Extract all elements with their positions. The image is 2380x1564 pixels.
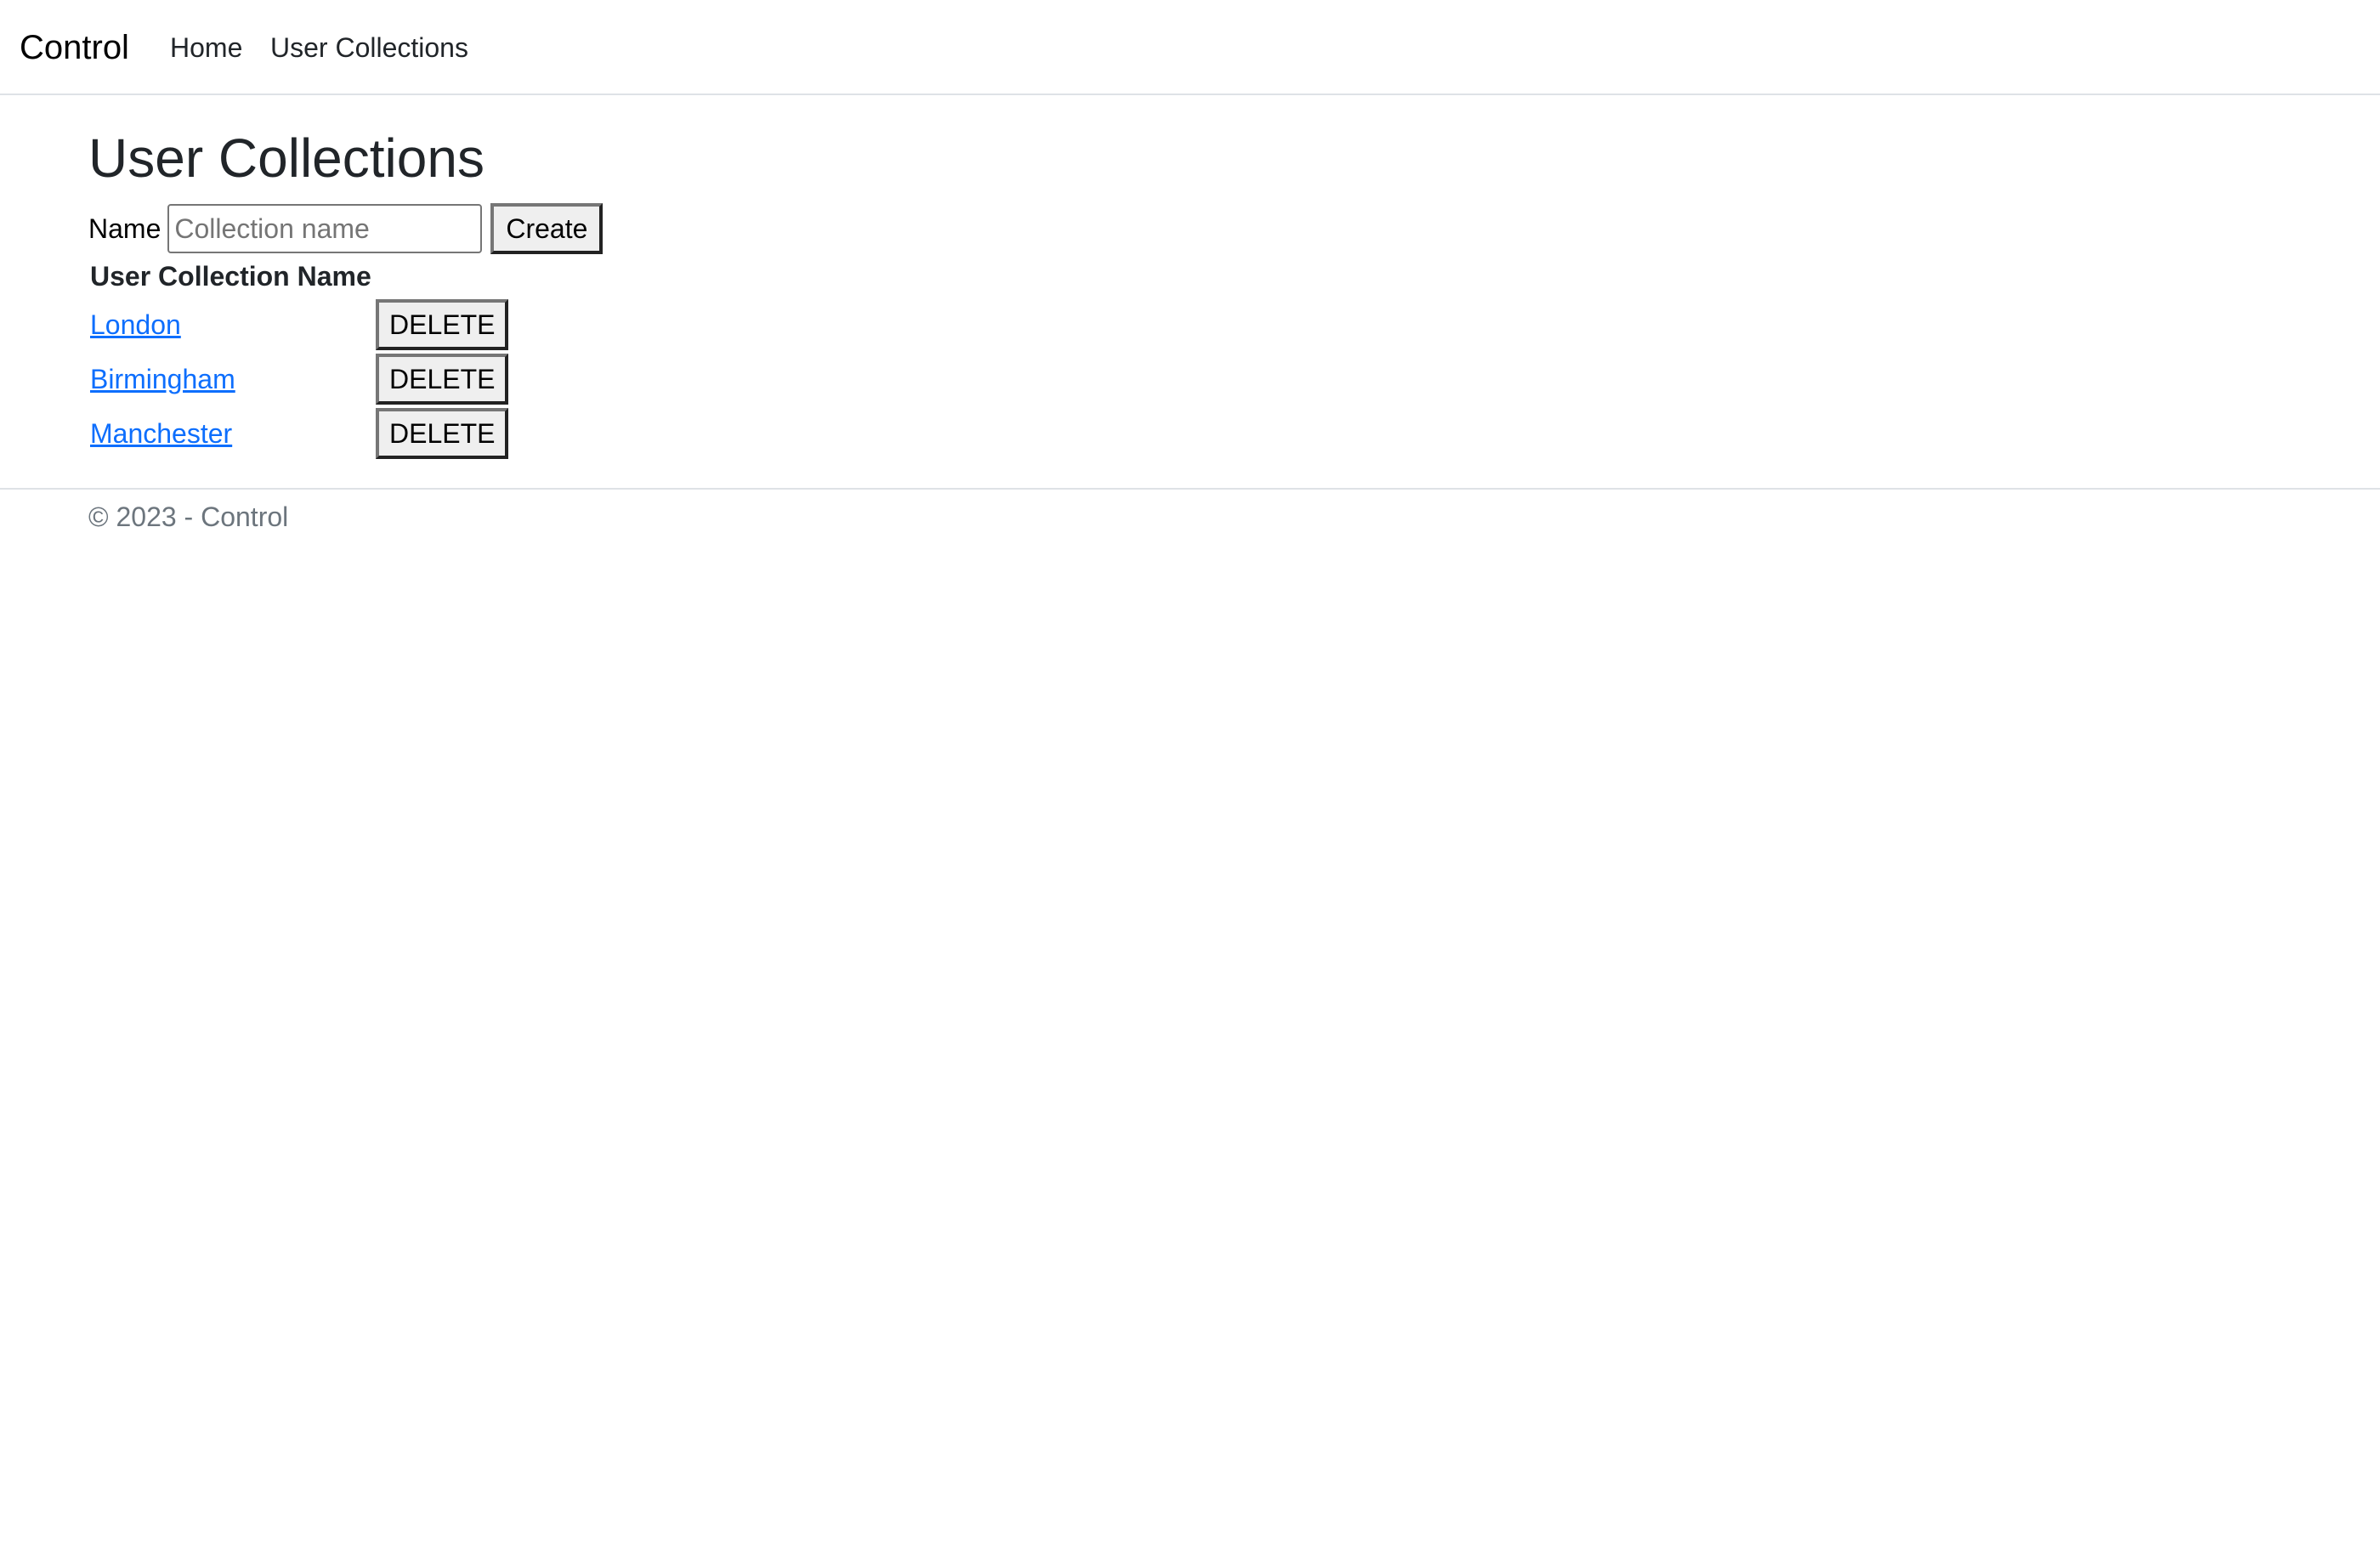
table-row: London DELETE: [88, 298, 510, 352]
action-cell: DELETE: [374, 298, 510, 352]
action-cell: DELETE: [374, 406, 510, 461]
footer: © 2023 - Control: [0, 488, 2380, 532]
name-cell: London: [88, 298, 374, 352]
collection-link-birmingham[interactable]: Birmingham: [90, 364, 235, 394]
collection-link-manchester[interactable]: Manchester: [90, 418, 232, 449]
table-row: Birmingham DELETE: [88, 352, 510, 406]
nav-link-home[interactable]: Home: [170, 29, 242, 66]
name-cell: Birmingham: [88, 352, 374, 406]
action-cell: DELETE: [374, 352, 510, 406]
delete-button-london[interactable]: DELETE: [376, 299, 509, 350]
column-header-actions: [374, 255, 510, 298]
navbar: Control Home User Collections: [0, 0, 2380, 95]
brand-link[interactable]: Control: [20, 26, 129, 70]
page-title: User Collections: [88, 128, 484, 189]
collection-name-input[interactable]: [167, 204, 483, 253]
create-button[interactable]: Create: [490, 203, 604, 254]
table-row: Manchester DELETE: [88, 406, 510, 461]
create-collection-form: Name Create: [88, 202, 604, 255]
delete-button-birmingham[interactable]: DELETE: [376, 354, 509, 405]
name-cell: Manchester: [88, 406, 374, 461]
collection-link-london[interactable]: London: [90, 309, 181, 340]
name-label: Name: [88, 212, 162, 244]
copyright-text: © 2023 - Control: [88, 502, 289, 532]
column-header-name: User Collection Name: [90, 260, 371, 292]
nav-link-user-collections[interactable]: User Collections: [270, 29, 468, 66]
table-header-row: User Collection Name: [88, 255, 510, 298]
delete-button-manchester[interactable]: DELETE: [376, 408, 509, 459]
collections-table: User Collection Name London DELETE Birmi…: [88, 255, 510, 461]
